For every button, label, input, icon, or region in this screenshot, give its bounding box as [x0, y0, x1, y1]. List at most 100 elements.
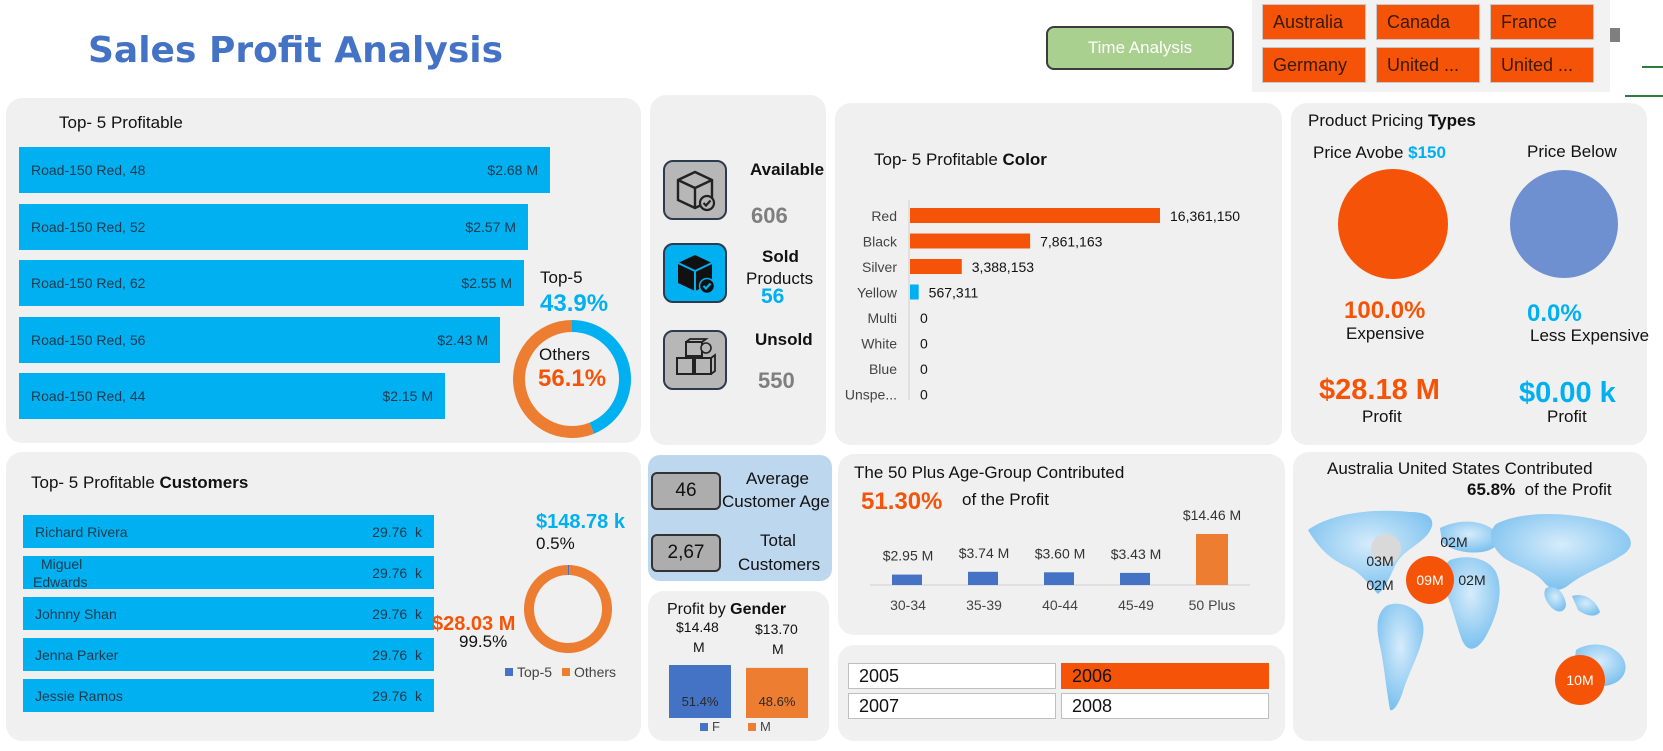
customers-others-pct: 99.5% [459, 632, 508, 651]
top5-customers-title: Top- 5 Profitable Customers [31, 473, 248, 493]
age-value-label: $3.74 M [959, 545, 1010, 561]
customer-name-line1: Miguel [41, 555, 83, 572]
top5-profitable-bar-value: $2.55 M [461, 275, 512, 291]
customer-name-line2: Edwards [33, 573, 88, 590]
age-value-label: $3.43 M [1111, 546, 1162, 562]
legend-swatch-others [562, 668, 571, 676]
expensive-label: Expensive [1346, 324, 1425, 343]
customer-value: 29.76 k [372, 687, 422, 704]
pricing-title: Product Pricing Types [1308, 111, 1476, 131]
top5-customers-title-b: Customers [159, 473, 249, 492]
top5-profitable-bar: Road-150 Red, 56 $2.43 M [19, 316, 500, 363]
slicer-australia[interactable]: Australia [1262, 4, 1366, 40]
year-2008[interactable]: 2008 [1061, 693, 1269, 719]
gender-m-value: $13.70 [755, 621, 798, 637]
expensive-pct: 100.0% [1344, 297, 1426, 324]
color-category-label: Yellow [857, 285, 898, 301]
customer-name: Johnny Shan [35, 605, 117, 622]
top5-profitable-bar: Road-150 Red, 52 $2.57 M [19, 203, 528, 250]
expensive-pie [1338, 169, 1448, 279]
available-label: Available [750, 160, 825, 179]
gender-f-value: $14.48 [676, 619, 719, 635]
total-customers-value: 2,67 [651, 534, 721, 572]
total-customers-label1: Total [760, 531, 796, 550]
price-below-label: Price Below [1527, 142, 1617, 161]
age-category-label: 45-49 [1118, 597, 1154, 613]
less-expensive-pie [1510, 170, 1618, 278]
donut-slice [523, 565, 612, 653]
gender-f-unit: M [693, 639, 705, 655]
donut-top5-pct: 43.9% [540, 290, 609, 317]
sold-value: 56 [761, 285, 785, 308]
map-bubble-label: 02M [1440, 534, 1467, 550]
page-title: Sales Profit Analysis [88, 30, 504, 71]
slicer-scrollbar[interactable] [1610, 28, 1620, 42]
gender-pct-label: 48.6% [759, 694, 796, 709]
customer-value: 29.76 k [372, 646, 422, 663]
less-expensive-label: Less Expensive [1530, 326, 1650, 345]
age-bar [968, 571, 998, 585]
price-above-text: Price Avobe [1313, 143, 1409, 162]
donut-top5-label: Top-5 [540, 268, 583, 287]
top5-profitable-bar: Road-150 Red, 62 $2.55 M [19, 260, 524, 306]
box-sold-icon [663, 243, 727, 303]
map-bubble-label: 02M [1366, 577, 1393, 593]
unsold-label: Unsold [755, 330, 813, 349]
slicer-france[interactable]: France [1490, 4, 1594, 40]
gender-bar [746, 667, 808, 718]
divider [1625, 95, 1663, 97]
age-value-label: $14.46 M [1183, 507, 1241, 523]
top5-profitable-bar-value: $2.43 M [437, 331, 488, 348]
country-slicer: Australia Canada France Germany United .… [1252, 0, 1610, 92]
year-2006[interactable]: 2006 [1061, 663, 1269, 689]
age-category-label: 30-34 [890, 597, 926, 613]
age-bar [1196, 534, 1228, 585]
customer-name: Jenna Parker [35, 646, 119, 663]
color-category-label: Blue [869, 361, 897, 377]
gender-title-a: Profit by [667, 601, 731, 618]
age-category-label: 40-44 [1042, 597, 1078, 613]
available-value: 606 [751, 203, 788, 228]
unsold-value: 550 [758, 368, 795, 393]
map-bubble-label: 09M [1416, 572, 1443, 588]
top5-customer-bar: Jenna Parker 29.76 k [23, 638, 434, 671]
customers-top5-pct: 0.5% [536, 534, 575, 553]
top5-profitable-bar: Road-150 Red, 44 $2.15 M [19, 373, 445, 419]
top5-profitable-bar-value: $2.15 M [382, 388, 433, 404]
age-group-bar-chart: $2.95 M 30-34 $3.74 M 35-39 $3.60 M 40-44 $3.4… [870, 507, 1250, 613]
avg-age-label1: Average [746, 469, 810, 488]
top5-profitable-title: Top- 5 Profitable [59, 113, 183, 132]
top5-profitable-bar-value: $2.68 M [487, 162, 538, 178]
customers-top5-amount: $148.78 k [536, 511, 625, 533]
gender-bar-chart: 51.4% 48.6% [669, 665, 808, 718]
color-category-label: White [861, 336, 897, 352]
color-category-label: Multi [867, 310, 897, 326]
year-2007[interactable]: 2007 [848, 693, 1056, 719]
year-2005[interactable]: 2005 [848, 663, 1056, 689]
color-value-label: 0 [920, 361, 928, 377]
pricing-title-b: Types [1428, 111, 1476, 130]
age-bar [1044, 572, 1074, 585]
gender-m-unit: M [772, 641, 784, 657]
age-bar [892, 574, 922, 585]
top5-customer-bar: Johnny Shan 29.76 k [23, 597, 434, 630]
legend-others: Others [574, 664, 617, 680]
slicer-canada[interactable]: Canada [1376, 4, 1480, 40]
customers-legend: Top-5 Others [505, 664, 616, 680]
price-threshold: $150 [1408, 143, 1446, 162]
slicer-united-kingdom[interactable]: United ... [1376, 47, 1480, 83]
gender-bar [669, 665, 731, 718]
time-analysis-button[interactable]: Time Analysis [1046, 26, 1234, 70]
slicer-germany[interactable]: Germany [1262, 47, 1366, 83]
slicer-united-states[interactable]: United ... [1490, 47, 1594, 83]
map-bubble-label: 10M [1566, 672, 1593, 688]
color-category-label: Red [871, 208, 897, 224]
color-chart-title-a: Top- 5 Profitable [874, 150, 998, 169]
color-bar [910, 284, 919, 300]
color-category-label: Unspe... [845, 387, 897, 403]
color-bar-chart: Red 16,361,150 Black 7,861,163 Silver 3,388,1… [845, 200, 1240, 403]
less-expensive-pct: 0.0% [1527, 300, 1582, 327]
age-value-label: $3.60 M [1035, 545, 1086, 561]
gender-title: Profit by Gender [667, 601, 786, 619]
color-category-label: Silver [862, 259, 897, 275]
